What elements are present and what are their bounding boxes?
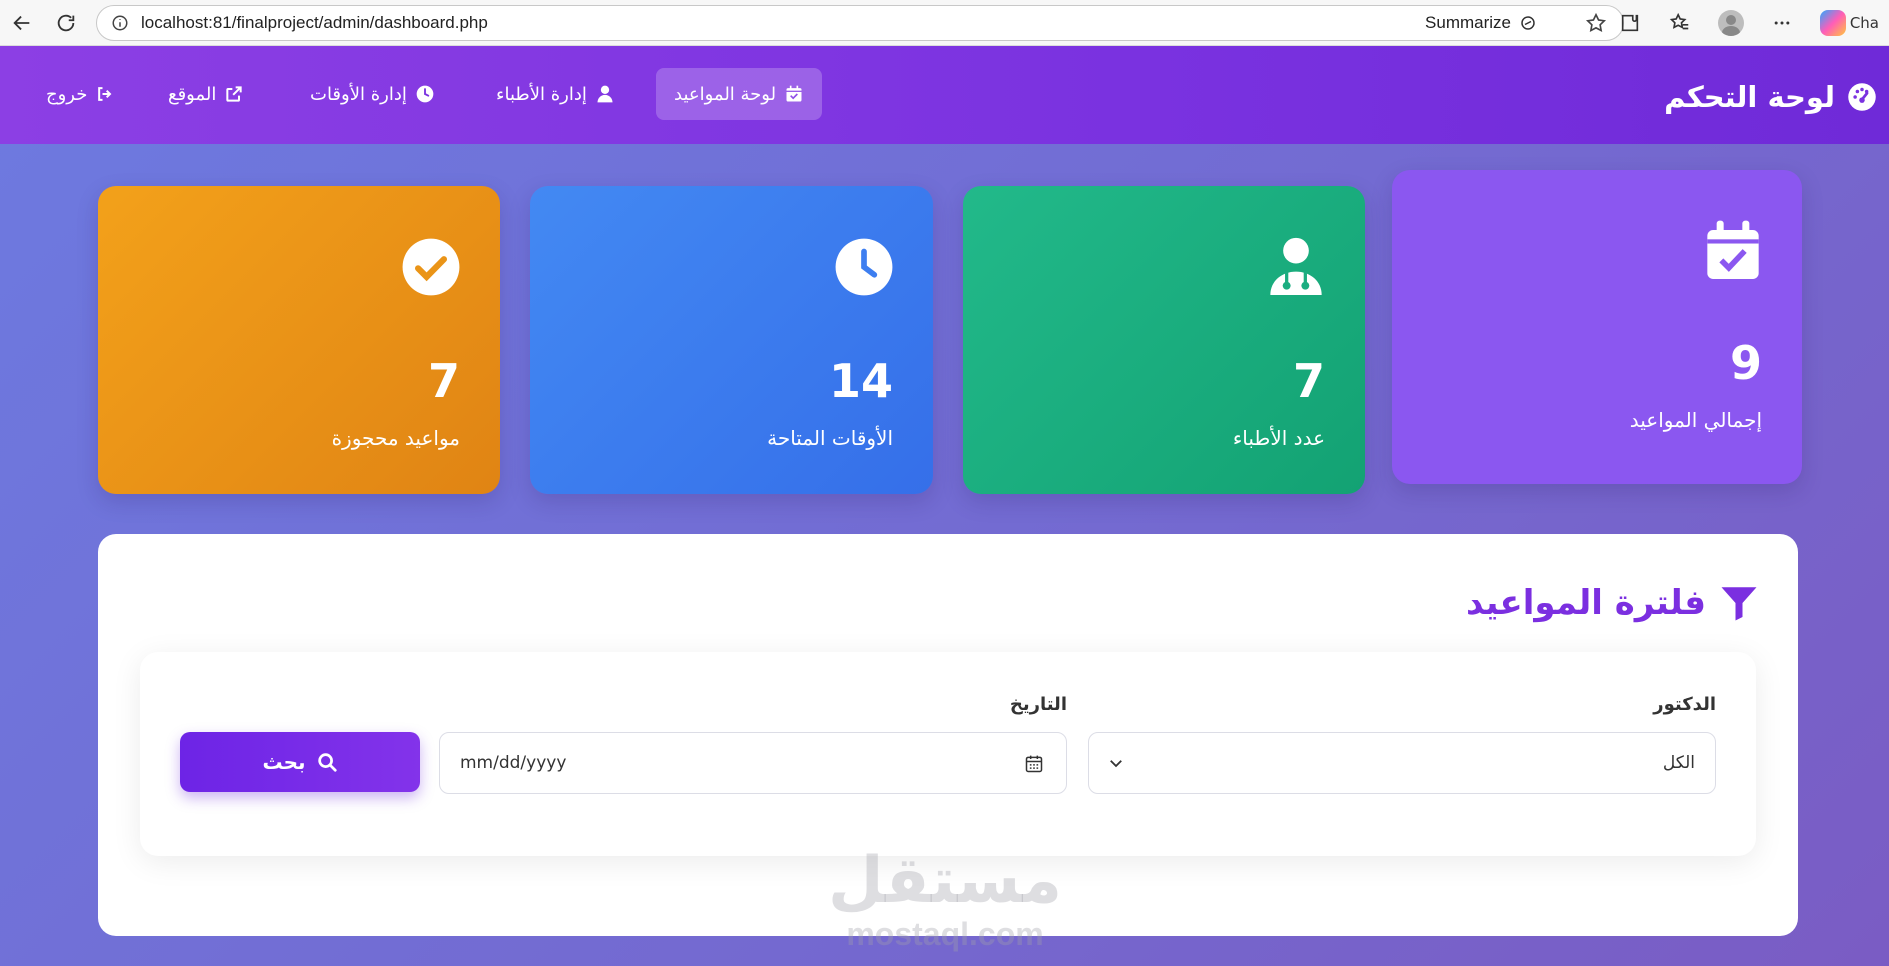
stat-card-total-appointments: 9 إجمالي المواعيد — [1392, 170, 1802, 484]
favorites-icon[interactable] — [1668, 11, 1692, 35]
copilot-button[interactable]: Cha — [1819, 10, 1879, 36]
date-field-label: التاريخ — [1009, 694, 1067, 715]
date-input[interactable]: mm/dd/yyyy — [439, 732, 1067, 794]
stat-label: مواعيد محجوزة — [331, 426, 460, 450]
url-text: localhost:81/finalproject/admin/dashboar… — [141, 13, 488, 32]
copilot-label: Cha — [1849, 14, 1879, 32]
nav-item-doctors[interactable]: إدارة الأطباء — [478, 68, 633, 120]
clock-icon — [835, 238, 893, 296]
search-button-label: بحث — [262, 750, 306, 774]
doctor-select[interactable]: الكل — [1088, 732, 1716, 794]
user-doctor-icon — [597, 85, 613, 103]
dashboard-page: لوحة التحكم لوحة المواعيد إدارة الأطباء … — [0, 46, 1889, 966]
search-button[interactable]: بحث — [180, 732, 420, 792]
nav-item-times[interactable]: إدارة الأوقات — [292, 68, 453, 120]
nav-item-label: إدارة الأوقات — [310, 83, 407, 105]
calendar-check-icon — [1707, 220, 1759, 279]
nav-item-label: خروج — [46, 83, 88, 105]
top-navbar: لوحة التحكم لوحة المواعيد إدارة الأطباء … — [0, 46, 1889, 144]
nav-item-label: لوحة المواعيد — [674, 83, 777, 105]
nav-item-appointments[interactable]: لوحة المواعيد — [656, 68, 823, 120]
profile-avatar[interactable] — [1717, 10, 1744, 36]
summarize-button[interactable]: Summarize — [1425, 13, 1537, 33]
more-menu-icon[interactable] — [1770, 11, 1794, 35]
stat-card-booked-appointments: 7 مواعيد محجوزة — [98, 186, 500, 494]
nav-item-label: إدارة الأطباء — [496, 83, 587, 105]
filter-title-text: فلترة المواعيد — [1465, 583, 1706, 623]
chevron-down-icon — [1110, 760, 1122, 768]
doctor-field-label: الدكتور — [1653, 694, 1716, 715]
filter-form: الدكتور الكل التاريخ mm/dd/yyyy بحث — [140, 652, 1756, 856]
stat-card-available-times: 14 الأوقات المتاحة — [530, 186, 933, 494]
info-icon — [112, 15, 128, 31]
stat-label: عدد الأطباء — [1232, 426, 1325, 450]
check-circle-icon — [402, 238, 460, 296]
reload-button[interactable] — [46, 3, 86, 43]
filter-icon — [1721, 587, 1757, 621]
sign-out-icon — [98, 87, 112, 101]
clock-icon — [416, 85, 434, 103]
watermark: مستقل mostaql.com — [827, 844, 1063, 966]
stat-value: 9 — [1729, 336, 1762, 390]
date-placeholder: mm/dd/yyyy — [460, 753, 567, 773]
filter-title: فلترة المواعيد — [1466, 582, 1760, 624]
browser-toolbar: localhost:81/finalproject/admin/dashboar… — [0, 0, 1889, 46]
nav-item-site[interactable]: الموقع — [150, 68, 262, 120]
watermark-latin: mostaql.com — [846, 916, 1044, 952]
stat-value: 14 — [828, 354, 893, 408]
user-doctor-icon — [1270, 237, 1322, 295]
arrow-left-icon — [13, 15, 30, 31]
watermark-arabic: مستقل — [827, 844, 1063, 918]
summarize-icon — [1521, 16, 1535, 30]
copilot-logo-icon — [1819, 10, 1846, 36]
calendar-check-icon — [786, 85, 802, 102]
stat-value: 7 — [427, 354, 460, 408]
stat-card-doctors: 7 عدد الأطباء — [963, 186, 1365, 494]
stat-label: الأوقات المتاحة — [767, 426, 893, 450]
stat-label: إجمالي المواعيد — [1629, 408, 1762, 432]
summarize-label: Summarize — [1425, 13, 1511, 32]
external-link-icon — [226, 86, 243, 102]
nav-item-label: الموقع — [168, 83, 217, 105]
address-bar[interactable]: localhost:81/finalproject/admin/dashboar… — [96, 5, 1624, 41]
search-icon — [317, 753, 337, 772]
back-button[interactable] — [2, 3, 42, 43]
doctor-select-value: الكل — [1662, 753, 1695, 773]
favorite-star-icon[interactable] — [1585, 12, 1607, 34]
extensions-icon[interactable] — [1618, 11, 1642, 35]
nav-item-logout[interactable]: خروج — [28, 68, 133, 120]
reload-icon — [57, 14, 75, 32]
calendar-icon[interactable] — [1024, 754, 1044, 774]
stat-value: 7 — [1292, 354, 1325, 408]
